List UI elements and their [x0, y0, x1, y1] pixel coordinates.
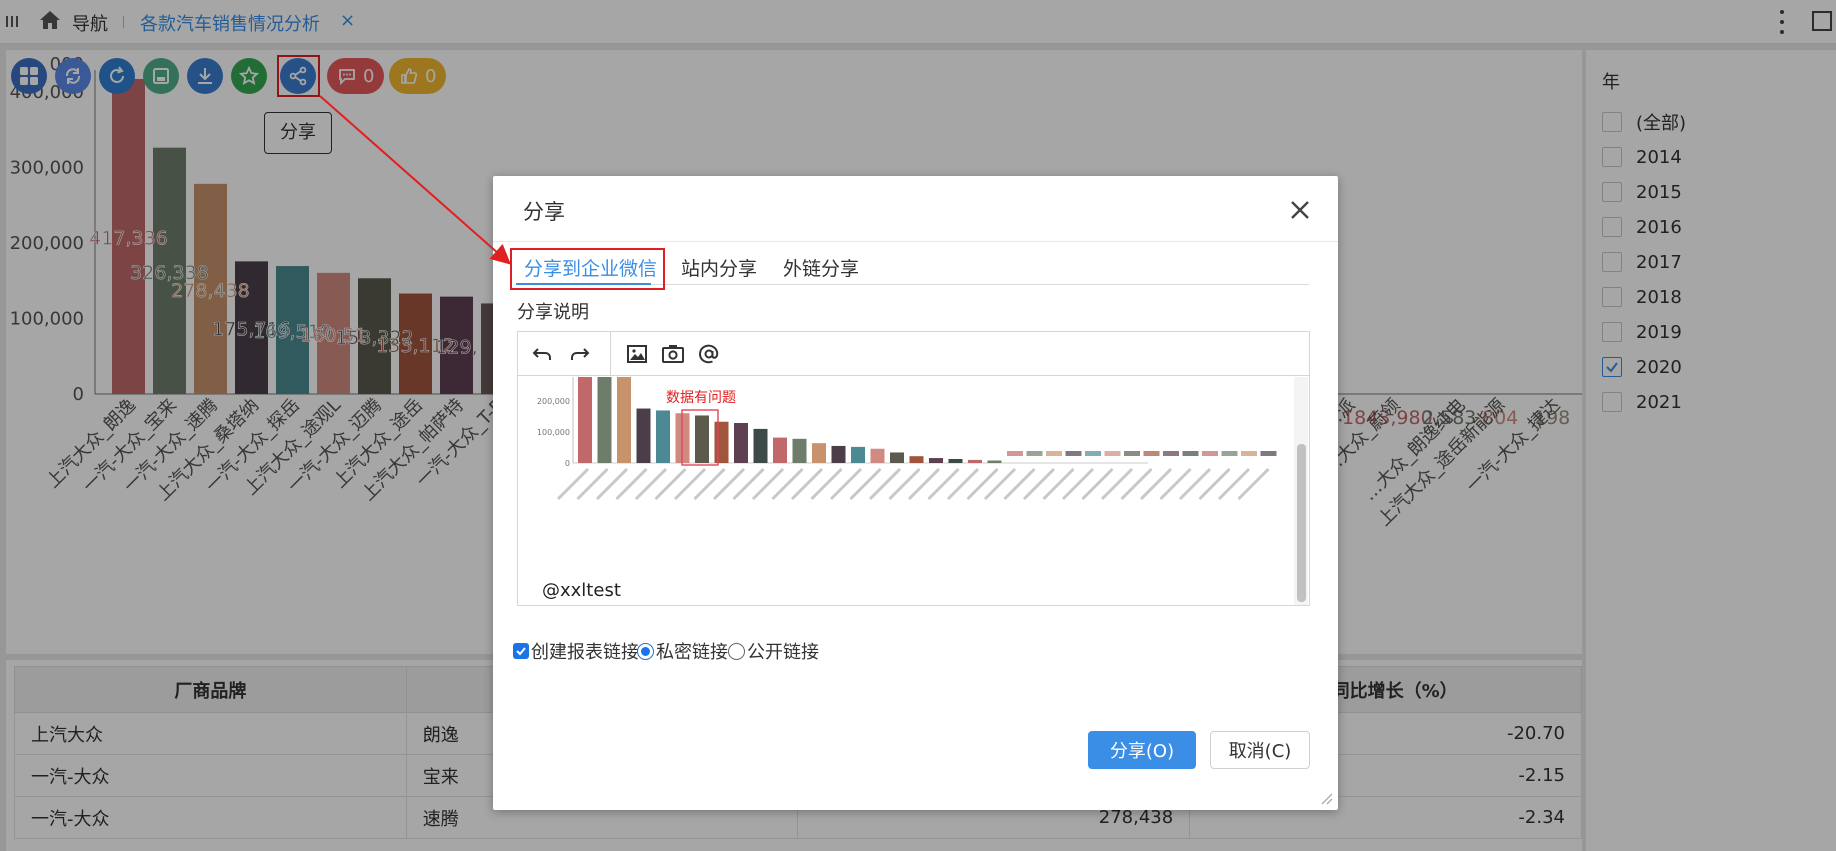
thumb-bar [597, 377, 612, 463]
create-link-checkbox[interactable]: 创建报表链接 [513, 638, 639, 664]
undo-icon[interactable] [530, 342, 554, 366]
private-link-radio[interactable]: 私密链接 [637, 638, 728, 664]
mention-text: @xxltest [542, 580, 621, 601]
share-dialog: 分享 分享到企业微信 站内分享 外链分享 分享说明 0 100,000 200,… [493, 176, 1338, 810]
public-link-radio[interactable]: 公开链接 [728, 638, 819, 664]
thumb-small-label [1026, 451, 1043, 456]
thumb-bar [831, 445, 846, 463]
thumb-y-tick: 0 [565, 459, 570, 468]
editor-toolbar [518, 332, 1309, 376]
editor-content[interactable]: 0 100,000 200,000 数据有问题 @xxltest [518, 377, 1309, 605]
redo-icon[interactable] [568, 342, 592, 366]
radio-unselected-icon [728, 642, 745, 660]
thumb-small-label [1260, 451, 1277, 456]
public-link-label: 公开链接 [747, 642, 819, 663]
thumb-bar [792, 438, 807, 463]
mention-icon[interactable] [697, 342, 721, 366]
thumb-bar [753, 428, 768, 463]
thumb-bar [929, 458, 943, 463]
thumb-bar [890, 452, 904, 463]
thumb-y-tick: 200,000 [537, 397, 570, 406]
active-tab-highlight [510, 248, 665, 290]
tab-external-link-share[interactable]: 外链分享 [783, 254, 859, 281]
annotation-text: 数据有问题 [666, 390, 736, 406]
thumb-small-label [1046, 451, 1062, 456]
dialog-divider [493, 241, 1338, 242]
thumb-small-label [1182, 451, 1199, 456]
thumb-bar [909, 456, 924, 463]
tab-internal-share[interactable]: 站内分享 [681, 254, 757, 281]
thumb-bar [578, 377, 592, 463]
thumb-small-label [1104, 451, 1121, 456]
toolbar-divider [610, 332, 611, 376]
thumb-small-label [1143, 451, 1160, 456]
share-description-label: 分享说明 [517, 302, 589, 323]
thumb-small-label [1124, 451, 1140, 456]
radio-selected-icon [637, 642, 654, 660]
checkbox-checked-icon [513, 643, 529, 659]
thumb-bar [948, 458, 963, 463]
screenshot-icon[interactable] [661, 342, 685, 366]
thumb-bar [773, 437, 787, 463]
thumb-small-label [1202, 451, 1218, 456]
private-link-label: 私密链接 [656, 642, 728, 663]
create-link-label: 创建报表链接 [531, 642, 639, 663]
image-icon[interactable] [625, 342, 649, 366]
resize-handle-icon[interactable] [1319, 791, 1333, 805]
thumb-y-tick: 100,000 [537, 428, 570, 437]
thumb-small-label [1163, 451, 1179, 456]
thumb-small-label [1241, 451, 1257, 456]
thumb-bar [987, 460, 1002, 463]
dialog-title: 分享 [523, 200, 565, 224]
thumb-bar [851, 446, 865, 463]
thumb-small-label [1085, 451, 1101, 456]
thumb-bar [617, 377, 631, 463]
thumb-bar [812, 443, 826, 463]
thumb-bar [695, 415, 709, 463]
close-icon[interactable] [1288, 198, 1312, 222]
share-description-editor[interactable]: 0 100,000 200,000 数据有问题 @xxltest [517, 331, 1310, 606]
editor-scrollbar-thumb[interactable] [1297, 444, 1306, 602]
thumb-bar [656, 410, 670, 463]
thumb-bar [636, 408, 651, 463]
thumb-bar [734, 423, 748, 463]
thumb-bar [714, 421, 729, 463]
chart-screenshot-image: 0 100,000 200,000 数据有问题 [537, 377, 1277, 501]
thumb-small-label [1065, 451, 1082, 456]
thumb-small-label [1221, 451, 1238, 456]
thumb-bar [870, 448, 885, 463]
cancel-button[interactable]: 取消(C) [1210, 731, 1310, 769]
thumb-small-label [1007, 451, 1023, 456]
share-confirm-button[interactable]: 分享(O) [1088, 731, 1196, 769]
thumb-bar [968, 459, 982, 463]
